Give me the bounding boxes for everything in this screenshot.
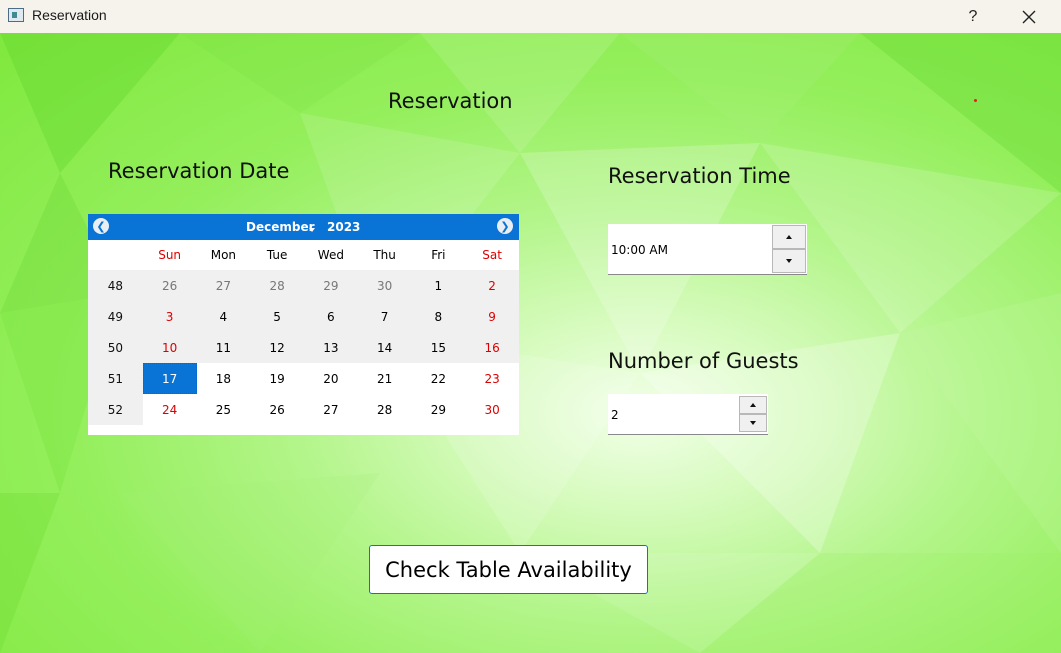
week-number: 51 — [88, 363, 143, 394]
weekday-header: Sun Mon Tue Wed Thu Fri Sat — [88, 240, 519, 270]
guests-increment-button[interactable] — [739, 396, 767, 414]
month-selector[interactable]: December — [246, 220, 315, 234]
calendar-day[interactable]: 2 — [465, 270, 519, 301]
calendar-day[interactable]: 11 — [196, 332, 251, 363]
calendar-day[interactable]: 30 — [357, 270, 412, 301]
number-of-guests-label: Number of Guests — [608, 349, 799, 373]
weekday-label: Wed — [317, 248, 344, 262]
calendar-day[interactable]: 27 — [196, 270, 251, 301]
calendar-day[interactable]: 3 — [142, 301, 197, 332]
calendar-day[interactable]: 29 — [304, 270, 358, 301]
time-value[interactable]: 10:00 AM — [611, 243, 668, 257]
month-dropdown-icon — [309, 228, 315, 232]
calendar-day[interactable]: 1 — [411, 270, 466, 301]
weekday-label: Sat — [482, 248, 502, 262]
week-number: 49 — [88, 301, 143, 332]
arrow-right-icon: ❯ — [500, 219, 510, 233]
arrow-left-icon: ❮ — [96, 219, 106, 233]
weekday-label: Sun — [158, 248, 182, 262]
guests-value[interactable]: 2 — [611, 408, 619, 422]
calendar-day[interactable]: 10 — [142, 332, 197, 363]
calendar-day[interactable]: 4 — [196, 301, 251, 332]
calendar-day[interactable]: 28 — [358, 394, 412, 425]
calendar-day[interactable]: 12 — [250, 332, 304, 363]
week-number: 48 — [88, 270, 143, 301]
calendar-day[interactable]: 26 — [250, 394, 304, 425]
chevron-up-icon — [750, 403, 756, 407]
calendar-day[interactable]: 29 — [412, 394, 466, 425]
calendar-day[interactable]: 30 — [465, 394, 519, 425]
calendar-day[interactable]: 19 — [250, 363, 304, 394]
calendar-day[interactable]: 24 — [143, 394, 197, 425]
calendar-day[interactable]: 16 — [465, 332, 519, 363]
calendar-day[interactable]: 26 — [142, 270, 197, 301]
calendar-day[interactable]: 21 — [358, 363, 412, 394]
reservation-calendar[interactable]: ❮ December 2023 ❯ Sun Mon Tue Wed Thu Fr… — [88, 214, 519, 435]
calendar-day-selected[interactable]: 17 — [142, 363, 197, 394]
chevron-down-icon — [786, 259, 792, 263]
check-table-availability-button[interactable]: Check Table Availability — [369, 545, 648, 594]
marker-dot — [974, 99, 977, 102]
next-month-button[interactable]: ❯ — [497, 218, 513, 234]
chevron-up-icon — [786, 235, 792, 239]
reservation-date-label: Reservation Date — [108, 159, 290, 183]
close-icon — [1022, 10, 1036, 23]
app-window-icon — [8, 8, 24, 22]
calendar-day[interactable]: 15 — [411, 332, 466, 363]
weekday-label: Mon — [210, 248, 237, 262]
help-button[interactable]: ? — [950, 0, 996, 33]
year-selector[interactable]: 2023 — [327, 220, 360, 234]
calendar-day[interactable]: 25 — [197, 394, 251, 425]
window-titlebar: Reservation ? — [0, 0, 1061, 33]
week-number: 52 — [88, 394, 143, 425]
calendar-week-row: 52 24 25 26 27 28 29 30 — [88, 394, 519, 425]
week-number: 50 — [88, 332, 143, 363]
guests-spinbox[interactable]: 2 — [608, 394, 768, 435]
calendar-day[interactable]: 5 — [250, 301, 304, 332]
calendar-day[interactable]: 22 — [412, 363, 466, 394]
page-heading: Reservation — [388, 89, 513, 113]
calendar-day[interactable]: 6 — [304, 301, 358, 332]
calendar-day[interactable]: 14 — [357, 332, 412, 363]
calendar-day[interactable]: 27 — [304, 394, 358, 425]
weekday-label: Thu — [373, 248, 396, 262]
week-number-header — [88, 240, 143, 270]
calendar-day[interactable]: 20 — [304, 363, 358, 394]
guests-decrement-button[interactable] — [739, 414, 767, 432]
calendar-day[interactable]: 7 — [357, 301, 412, 332]
calendar-day[interactable]: 18 — [197, 363, 251, 394]
chevron-down-icon — [750, 421, 756, 425]
window-title: Reservation — [32, 7, 107, 23]
weekday-label: Fri — [431, 248, 446, 262]
reservation-time-label: Reservation Time — [608, 164, 791, 188]
calendar-day[interactable]: 23 — [465, 363, 519, 394]
calendar-navigation-bar: ❮ December 2023 ❯ — [88, 214, 519, 240]
calendar-grid: Sun Mon Tue Wed Thu Fri Sat 48 26 27 28 … — [88, 240, 519, 425]
time-spinbox[interactable]: 10:00 AM — [608, 224, 807, 275]
calendar-week-row: 49 3 4 5 6 7 8 9 — [88, 301, 519, 332]
time-decrement-button[interactable] — [772, 249, 806, 273]
weekday-label: Tue — [266, 248, 288, 262]
calendar-day[interactable]: 28 — [250, 270, 304, 301]
calendar-week-row: 51 17 18 19 20 21 22 23 — [88, 363, 519, 394]
calendar-day[interactable]: 9 — [465, 301, 519, 332]
calendar-day[interactable]: 13 — [304, 332, 358, 363]
close-button[interactable] — [1006, 0, 1052, 33]
calendar-week-row: 48 26 27 28 29 30 1 2 — [88, 270, 519, 301]
previous-month-button[interactable]: ❮ — [93, 218, 109, 234]
calendar-week-row: 50 10 11 12 13 14 15 16 — [88, 332, 519, 363]
time-increment-button[interactable] — [772, 225, 806, 249]
calendar-day[interactable]: 8 — [411, 301, 466, 332]
